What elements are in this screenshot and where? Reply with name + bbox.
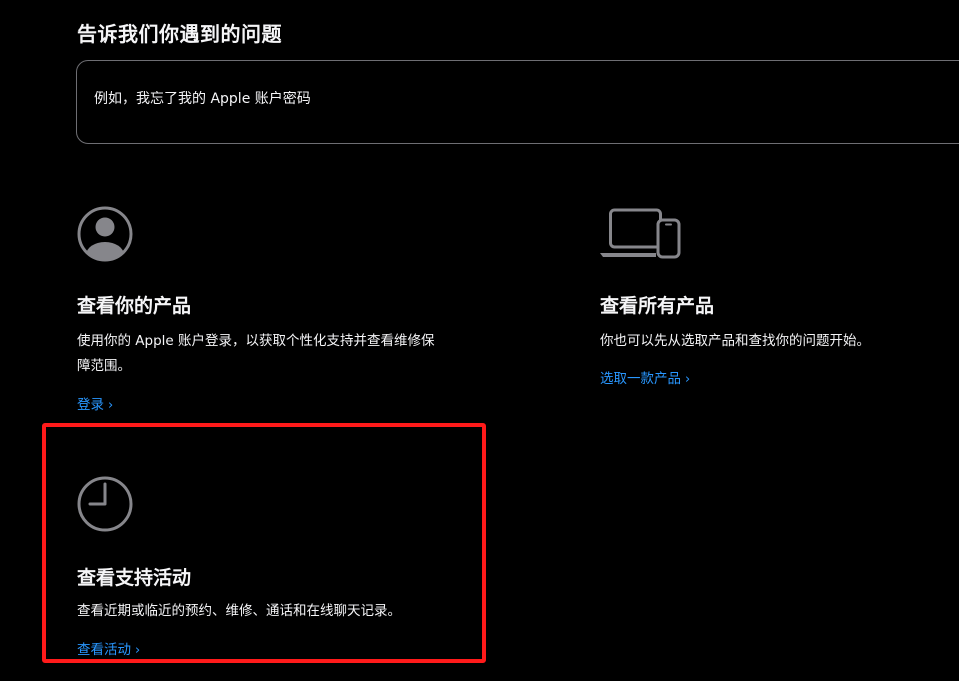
laptop-phone-icon	[600, 208, 682, 264]
sign-in-link[interactable]: 登录 ›	[77, 393, 113, 413]
problem-search-box[interactable]	[76, 60, 959, 144]
card-description: 使用你的 Apple 账户登录，以获取个性化支持并查看维修保障范围。	[77, 333, 435, 374]
problem-search-input[interactable]	[94, 91, 794, 107]
card-title: 查看所有产品	[600, 295, 715, 317]
card-title: 查看你的产品	[77, 295, 192, 317]
clock-icon	[77, 475, 133, 537]
view-activity-link[interactable]: 查看活动 ›	[77, 638, 140, 658]
chevron-right-icon: ›	[685, 372, 691, 387]
card-view-all-products: 查看所有产品 你也可以先从选取产品和查找你的问题开始。 选取一款产品 ›	[600, 208, 959, 388]
card-view-support-activity: 查看支持活动 查看近期或临近的预约、维修、通话和在线聊天记录。 查看活动 ›	[77, 475, 457, 660]
person-circle-icon	[77, 205, 133, 267]
card-title: 查看支持活动	[77, 567, 192, 589]
view-activity-link-label: 查看活动	[77, 642, 131, 658]
choose-product-link-label: 选取一款产品	[600, 371, 681, 387]
chevron-right-icon: ›	[135, 643, 141, 658]
sign-in-link-label: 登录	[77, 397, 104, 413]
card-view-your-products: 查看你的产品 使用你的 Apple 账户登录，以获取个性化支持并查看维修保障范围…	[77, 205, 457, 415]
card-description: 你也可以先从选取产品和查找你的问题开始。	[600, 333, 870, 349]
page-title: 告诉我们你遇到的问题	[77, 22, 282, 46]
chevron-right-icon: ›	[108, 398, 114, 413]
card-description: 查看近期或临近的预约、维修、通话和在线聊天记录。	[77, 603, 401, 619]
choose-product-link[interactable]: 选取一款产品 ›	[600, 367, 690, 387]
